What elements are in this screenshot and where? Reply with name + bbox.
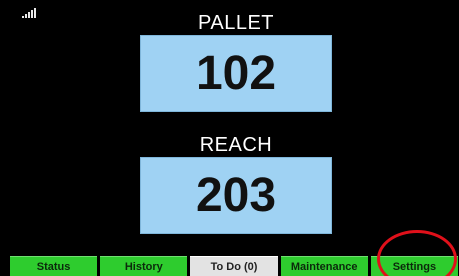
tab-todo[interactable]: To Do (0)	[190, 256, 278, 276]
tab-history[interactable]: History	[100, 256, 188, 276]
reach-value: 203	[140, 157, 332, 234]
bottom-nav: Status History To Do (0) Maintenance Set…	[10, 256, 459, 276]
device-screen: PALLET 102 REACH 203 Status History To D…	[0, 0, 459, 276]
tab-maintenance[interactable]: Maintenance	[280, 256, 368, 276]
signal-strength-icon	[22, 8, 42, 18]
pallet-value: 102	[140, 35, 332, 112]
pallet-label: PALLET	[198, 12, 274, 34]
tab-status[interactable]: Status	[10, 256, 98, 276]
reach-label: REACH	[199, 134, 273, 156]
tab-settings[interactable]: Settings	[370, 256, 459, 276]
